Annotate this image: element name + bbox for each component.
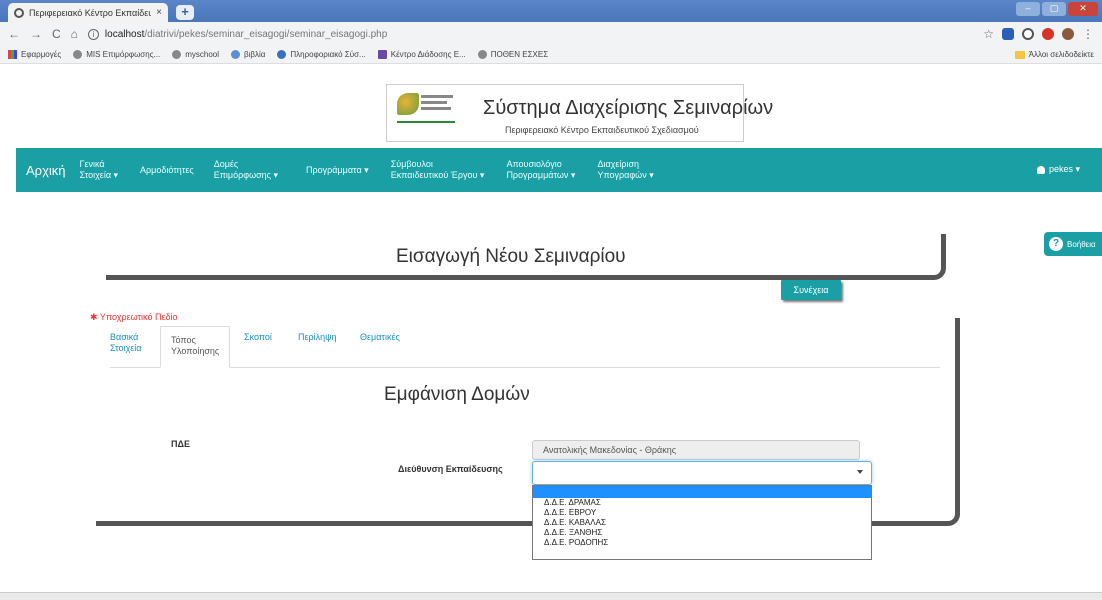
browser-tab[interactable]: Περιφερειακό Κέντρο Εκπαίδευ × [8, 3, 168, 22]
bookmark-myschool[interactable]: myschool [172, 50, 219, 59]
book-icon [231, 50, 241, 59]
bookmark-diffusion-center[interactable]: Κέντρο Διάδοσης Ε... [377, 50, 466, 59]
form-tabs: Βασικά Στοιχεία Τόπος Υλοποίησης Σκοποί Πε… [110, 326, 940, 368]
extension-icon[interactable] [1002, 28, 1014, 40]
address-toolbar: ← → C ⌂ i localhost/diatrivi/pekes/semin… [0, 22, 1102, 46]
section-title: Εμφάνιση Δομών [384, 384, 530, 405]
browser-tab-title: Περιφερειακό Κέντρο Εκπαίδευ [29, 7, 152, 18]
nav-training-structures[interactable]: Δομές Επιμόρφωσης ▾ [214, 159, 278, 181]
folder-icon [1014, 50, 1025, 59]
dropdown-option[interactable]: Δ.Δ.Ε. ΔΡΑΜΑΣ [533, 498, 871, 508]
adblock-extension-icon[interactable] [1042, 28, 1054, 40]
asterisk-icon: ✱ [90, 312, 98, 322]
other-bookmarks[interactable]: Άλλοι σελιδοδείκτε [1014, 50, 1094, 59]
nav-advisors[interactable]: Σύμβουλοι Εκπαιδευτικού Έργου ▾ [391, 159, 485, 181]
minimize-button[interactable]: – [1016, 2, 1040, 16]
new-tab-button[interactable]: + [176, 5, 194, 20]
question-icon: ? [1049, 237, 1063, 251]
apps-grid-icon [8, 50, 17, 59]
tab-close-icon[interactable]: × [156, 7, 162, 18]
site-header: Σύστημα Διαχείρισης Σεμιναρίων Περιφερει… [386, 84, 773, 142]
home-icon[interactable]: ⌂ [71, 27, 78, 41]
site-info-icon[interactable]: i [87, 28, 99, 40]
bookmark-info-system[interactable]: Πληροφοριακό Σύσ... [277, 50, 366, 59]
horizontal-scrollbar[interactable] [0, 592, 1102, 600]
chevron-down-icon [857, 470, 863, 474]
system-subtitle: Περιφερειακό Κέντρο Εκπαιδευτικού Σχεδια… [505, 125, 699, 135]
browser-menu-icon[interactable]: ⋮ [1082, 27, 1094, 41]
system-title: Σύστημα Διαχείρισης Σεμιναρίων [483, 97, 774, 119]
help-button[interactable]: ? Βοήθεια [1044, 232, 1102, 256]
globe-icon [73, 50, 83, 59]
pde-label: ΠΔΕ [171, 439, 190, 449]
bookmark-star-icon[interactable]: ☆ [983, 27, 994, 41]
back-icon[interactable]: ← [8, 27, 20, 41]
direction-label: Διεύθυνση Εκπαίδευσης [398, 464, 503, 474]
user-icon [1036, 165, 1045, 174]
bookmark-pothen-esxes[interactable]: ΠΟΘΕΝ ΕΣΧΕΣ [477, 50, 548, 59]
nav-responsibilities[interactable]: Αρμοδιότητες [140, 165, 194, 176]
site-logo-icon [377, 50, 387, 59]
university-logo [395, 91, 457, 127]
dropdown-option-empty[interactable] [533, 486, 871, 498]
url-path: /diatrivi/pekes/seminar_eisagogi/seminar… [144, 28, 388, 40]
browser-tab-strip: Περιφερειακό Κέντρο Εκπαίδευ × + – ▢ ✕ [0, 0, 1102, 22]
tab-summary[interactable]: Περίληψη [298, 332, 337, 343]
tab-goals[interactable]: Σκοποί [244, 332, 272, 343]
user-menu[interactable]: pekes ▾ [1036, 164, 1080, 175]
reload-icon[interactable]: C [52, 27, 61, 41]
maximize-button[interactable]: ▢ [1042, 2, 1066, 16]
forward-icon[interactable]: → [30, 27, 42, 41]
nav-signatures[interactable]: Διαχείριση Υπογραφών ▾ [597, 159, 653, 181]
nav-home[interactable]: Αρχική [26, 163, 66, 178]
tab-location[interactable]: Τόπος Υλοποίησης [160, 326, 231, 368]
nav-programs[interactable]: Προγράμματα ▾ [306, 165, 369, 176]
site-favicon-icon [14, 7, 24, 18]
dropdown-option[interactable]: Δ.Δ.Ε. ΞΑΝΘΗΣ [533, 528, 871, 538]
page-title: Εισαγωγή Νέου Σεμιναρίου [396, 246, 626, 267]
bookmark-apps[interactable]: Εφαρμογές [8, 50, 61, 59]
globe-icon [477, 50, 487, 59]
dropdown-option[interactable]: Δ.Δ.Ε. ΡΟΔΟΠΗΣ [533, 538, 871, 548]
dropdown-option[interactable]: Δ.Δ.Ε. ΚΑΒΑΛΑΣ [533, 518, 871, 528]
url-host: localhost [104, 28, 145, 40]
tab-basic-info[interactable]: Βασικά Στοιχεία [110, 332, 142, 354]
url-field[interactable]: i localhost/diatrivi/pekes/seminar_eisag… [87, 25, 973, 43]
page-header-card: Εισαγωγή Νέου Σεμιναρίου [106, 234, 946, 280]
close-window-button[interactable]: ✕ [1068, 2, 1098, 16]
tab-topics[interactable]: Θεματικές [360, 332, 400, 343]
logo-emblem [397, 93, 419, 115]
nav-absence-log[interactable]: Απουσιολόγιο Προγραμμάτων ▾ [506, 159, 575, 181]
window-controls: – ▢ ✕ [1016, 2, 1098, 16]
globe-icon [172, 50, 182, 59]
bookmarks-bar: Εφαρμογές MIS Επιμόρφωσης... myschool βι… [0, 46, 1102, 64]
direction-select[interactable] [532, 461, 872, 485]
dropdown-option[interactable]: Δ.Δ.Ε. ΕΒΡΟΥ [533, 508, 871, 518]
bookmark-mis[interactable]: MIS Επιμόρφωσης... [73, 50, 160, 59]
pde-field: Ανατολικής Μακεδονίας - Θράκης [532, 440, 860, 460]
direction-dropdown-list: Δ.Δ.Ε. ΔΡΑΜΑΣ Δ.Δ.Ε. ΕΒΡΟΥ Δ.Δ.Ε. ΚΑΒΑΛΑ… [532, 485, 872, 560]
profile-avatar-icon[interactable] [1062, 28, 1074, 40]
bookmark-books[interactable]: βιβλία [231, 50, 265, 59]
extensions-area: ☆ ⋮ [983, 27, 1094, 41]
nav-general-info[interactable]: Γενικά Στοιχεία ▾ [80, 159, 119, 181]
required-field-note: ✱ Υποχρεωτικό Πεδίο [90, 312, 178, 322]
continue-button[interactable]: Συνέχεια [781, 280, 841, 300]
beta-icon [277, 50, 287, 59]
main-navbar: Αρχική Γενικά Στοιχεία ▾ Αρμοδιότητες Δομ… [16, 148, 1102, 192]
opera-extension-icon[interactable] [1022, 28, 1034, 40]
